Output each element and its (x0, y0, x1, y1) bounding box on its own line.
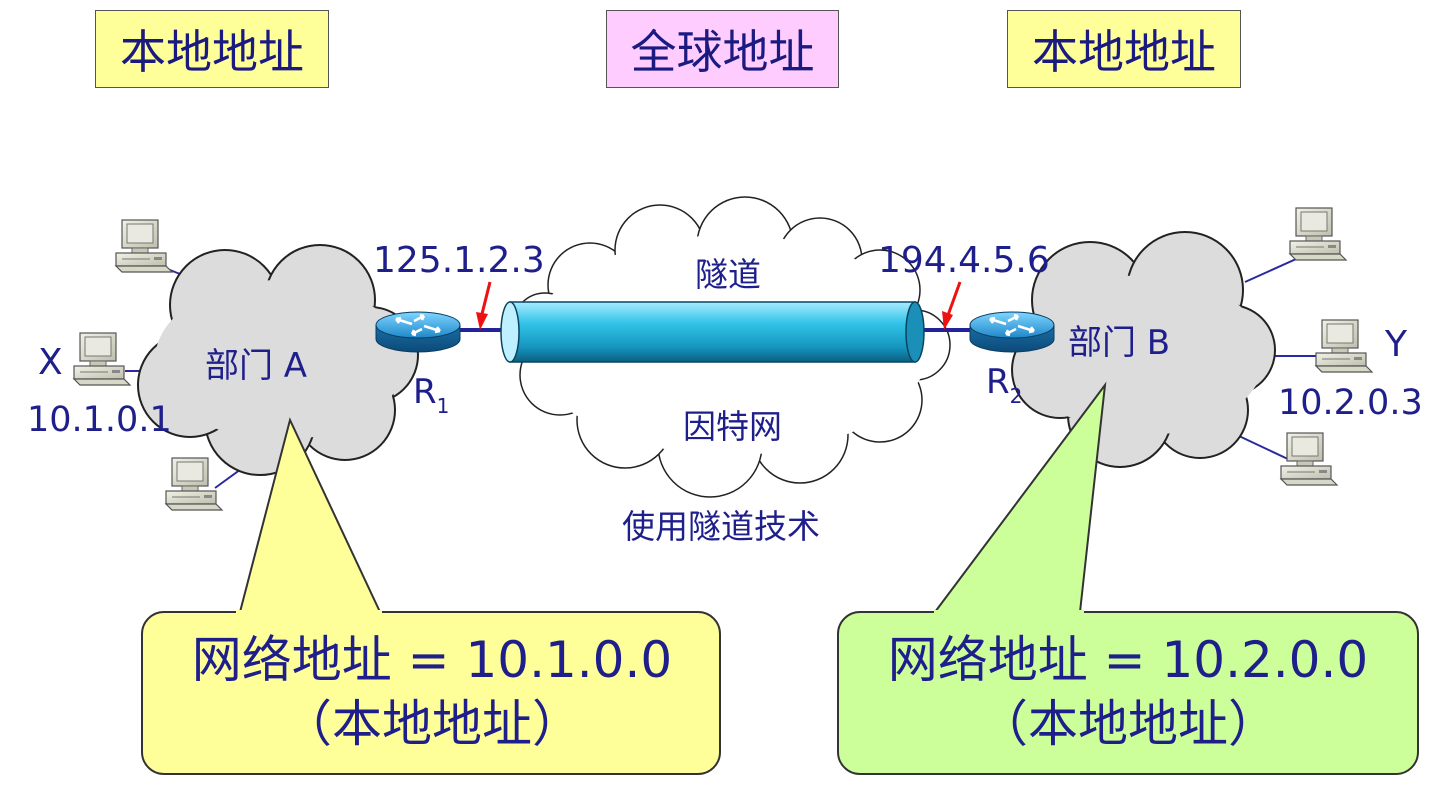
host-x-label: X (38, 342, 63, 383)
local-address-label-left: 本地地址 (95, 10, 329, 88)
callout-b-line1: 网络地址 = 10.2.0.0 (887, 631, 1369, 689)
pc-x-icon (73, 332, 131, 386)
callout-a-line2: （本地地址） (282, 695, 582, 753)
callout-a-line1: 网络地址 = 10.1.0.0 (191, 631, 673, 689)
router-r2-label: R2 (986, 362, 1023, 408)
host-x-ip: 10.1.0.1 (27, 400, 172, 440)
local-address-label-right: 本地地址 (1007, 10, 1241, 88)
dept-a-label: 部门 A (205, 346, 308, 386)
dept-b-label: 部门 B (1068, 323, 1171, 363)
tunnel-technique-caption: 使用隧道技术 (622, 507, 820, 546)
arrow-r2-icon (942, 281, 962, 330)
tunnel-pipe (500, 301, 925, 363)
global-address-label: 全球地址 (606, 10, 839, 88)
tunnel-label: 隧道 (695, 255, 761, 294)
router-r1-label: R1 (413, 372, 450, 418)
arrow-r1-icon (476, 281, 492, 330)
pc-y-icon (1315, 319, 1373, 373)
host-y-ip: 10.2.0.3 (1278, 383, 1423, 423)
router-r2-icon (968, 310, 1056, 354)
pc-b-top-icon (1289, 207, 1347, 261)
pc-b-bottom-icon (1280, 432, 1338, 486)
router-r1-icon (374, 310, 462, 354)
router-r1-ip: 125.1.2.3 (373, 240, 545, 281)
callout-b-text: 网络地址 = 10.2.0.0 （本地地址） (838, 628, 1418, 756)
router-r2-ip: 194.4.5.6 (878, 240, 1050, 281)
pc-a-bottom-icon (165, 457, 223, 511)
callout-b-line2: （本地地址） (978, 695, 1278, 753)
pc-a-top-icon (115, 219, 173, 273)
diagram-stage: 本地地址 全球地址 本地地址 部门 A X 10.1.0.1 125.1.2.3… (0, 0, 1452, 795)
host-y-label: Y (1385, 324, 1407, 365)
callout-a-text: 网络地址 = 10.1.0.0 （本地地址） (142, 628, 722, 756)
internet-label: 因特网 (683, 407, 782, 446)
